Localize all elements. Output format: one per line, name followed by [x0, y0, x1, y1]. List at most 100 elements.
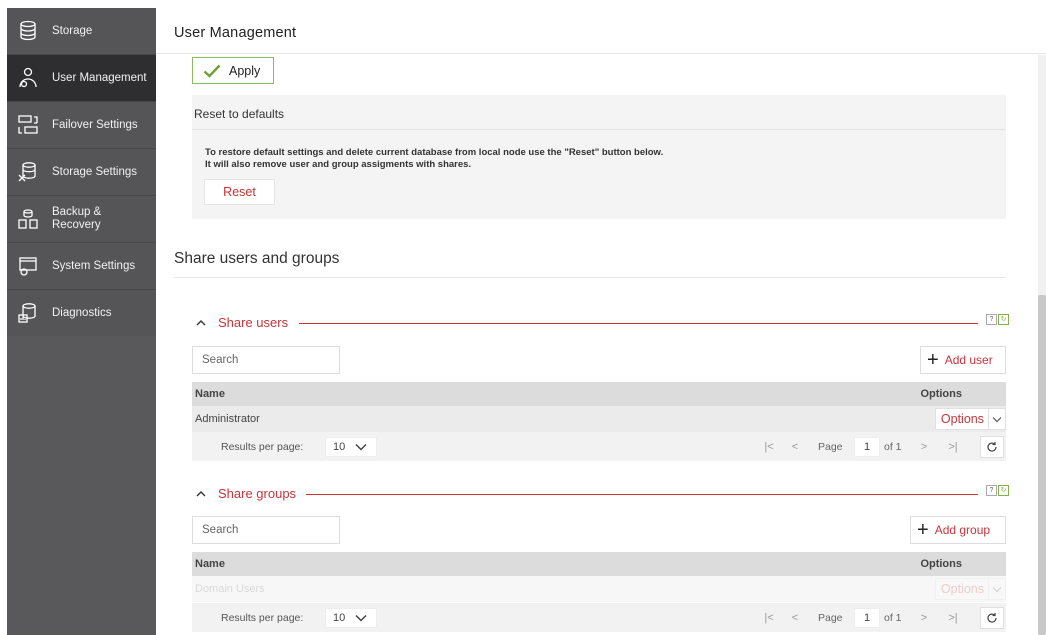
results-per-page-value: 10 — [333, 612, 346, 624]
apply-button[interactable]: Apply — [192, 57, 274, 84]
page-number-input[interactable]: 1 — [854, 608, 880, 628]
share-groups-header[interactable]: Share groups ? ↻ — [192, 484, 1009, 508]
plus-icon: + — [917, 519, 929, 541]
reset-section: Reset to defaults To restore default set… — [192, 95, 1006, 219]
next-page-button[interactable]: > — [913, 437, 935, 457]
search-groups-input[interactable] — [192, 516, 340, 544]
divider — [174, 277, 1006, 278]
sidebar-item-system-settings[interactable]: System Settings — [7, 243, 156, 290]
column-options: Options — [920, 558, 962, 570]
help-icon[interactable]: ? — [986, 314, 997, 325]
results-per-page-label: Results per page: — [221, 612, 304, 624]
results-per-page-select[interactable]: 10 — [325, 437, 377, 457]
add-user-button[interactable]: + Add user — [920, 346, 1006, 374]
page-label: Page — [818, 441, 843, 453]
column-options: Options — [920, 388, 962, 400]
divider — [306, 494, 978, 495]
table-header: Name Options — [192, 552, 1006, 576]
sidebar-item-label: Backup & Recovery — [52, 206, 102, 231]
share-users-title[interactable]: Share users — [218, 315, 288, 330]
panel-icons: ? ↻ — [986, 314, 1009, 325]
scrollbar-thumb[interactable] — [1038, 295, 1046, 635]
page-title: User Management — [174, 25, 297, 41]
chevron-down-icon — [355, 614, 367, 622]
user-management-icon — [17, 67, 39, 89]
share-groups-title[interactable]: Share groups — [218, 486, 296, 501]
divider — [192, 129, 1006, 130]
backup-icon — [17, 208, 39, 230]
add-group-label: Add group — [934, 523, 991, 537]
chevron-down-icon — [988, 579, 1005, 599]
share-users-panel: Share users ? ↻ + Add user Name Options … — [192, 313, 1009, 463]
add-user-label: Add user — [944, 353, 993, 367]
sidebar-item-label: Diagnostics — [52, 306, 112, 319]
chevron-up-icon[interactable] — [194, 316, 208, 330]
diagnostics-icon — [17, 302, 39, 324]
sidebar-item-failover-settings[interactable]: Failover Settings — [7, 102, 156, 149]
reset-title: Reset to defaults — [194, 107, 285, 121]
last-page-button[interactable]: >| — [942, 608, 964, 628]
search-users-input[interactable] — [192, 346, 340, 374]
options-label: Options — [940, 412, 984, 426]
prev-page-button[interactable]: < — [784, 608, 806, 628]
last-page-button[interactable]: >| — [942, 437, 964, 457]
chevron-down-icon — [355, 443, 367, 451]
divider — [299, 323, 978, 324]
help-icon[interactable]: ? — [986, 485, 997, 496]
prev-page-button[interactable]: < — [784, 437, 806, 457]
storage-icon — [17, 20, 39, 42]
sidebar: Storage User Management Failover Setting… — [7, 8, 156, 635]
main-content: Apply Reset to defaults To restore defau… — [156, 55, 1046, 635]
add-group-button[interactable]: + Add group — [910, 516, 1006, 544]
chevron-up-icon[interactable] — [194, 487, 208, 501]
refresh-icon — [987, 613, 997, 623]
refresh-button[interactable] — [980, 436, 1004, 458]
sidebar-item-storage-settings[interactable]: Storage Settings — [7, 149, 156, 196]
pagination-bar: Results per page: 10 |< < Page 1 of 1 > … — [192, 603, 1006, 632]
chevron-down-icon — [988, 409, 1005, 429]
share-users-header[interactable]: Share users ? ↻ — [192, 313, 1009, 337]
reset-button[interactable]: Reset — [204, 179, 275, 205]
refresh-button[interactable] — [980, 607, 1004, 629]
share-groups-panel: Share groups ? ↻ + Add group Name Option… — [192, 484, 1009, 634]
column-name: Name — [195, 388, 225, 400]
page-number-input[interactable]: 1 — [854, 437, 880, 457]
reset-description-line2: It will also remove user and group assig… — [205, 159, 472, 170]
storage-settings-icon — [17, 161, 39, 183]
plus-icon: + — [927, 349, 939, 371]
options-dropdown[interactable]: Options — [934, 578, 1006, 600]
first-page-button[interactable]: |< — [758, 437, 780, 457]
sidebar-item-storage[interactable]: Storage — [7, 8, 156, 55]
checkmark-icon — [203, 64, 221, 78]
column-name: Name — [195, 558, 225, 570]
table-header: Name Options — [192, 382, 1006, 406]
apply-label: Apply — [229, 63, 261, 78]
sidebar-item-label: Storage Settings — [52, 165, 138, 178]
panel-icons: ? ↻ — [986, 485, 1009, 496]
next-page-button[interactable]: > — [913, 608, 935, 628]
row-name: Administrator — [195, 413, 260, 425]
refresh-icon — [987, 442, 997, 452]
sidebar-item-backup-recovery[interactable]: Backup & Recovery — [7, 196, 156, 243]
refresh-icon[interactable]: ↻ — [998, 485, 1009, 496]
sidebar-item-label: Storage — [52, 24, 93, 37]
options-dropdown[interactable]: Options — [934, 408, 1006, 430]
first-page-button[interactable]: |< — [758, 608, 780, 628]
results-per-page-select[interactable]: 10 — [325, 608, 377, 628]
results-per-page-value: 10 — [333, 441, 346, 453]
row-name: Domain Users — [195, 583, 265, 595]
sidebar-item-diagnostics[interactable]: Diagnostics — [7, 290, 156, 337]
sidebar-item-label: Failover Settings — [52, 118, 138, 131]
failover-icon — [17, 114, 39, 136]
refresh-icon[interactable]: ↻ — [998, 314, 1009, 325]
page-of-label: of 1 — [884, 441, 902, 453]
page-label: Page — [818, 612, 843, 624]
table-row[interactable]: Administrator Options — [192, 406, 1006, 432]
page-of-label: of 1 — [884, 612, 902, 624]
table-row[interactable]: Domain Users Options — [192, 576, 1006, 602]
sidebar-item-label: User Management — [52, 71, 147, 84]
sidebar-item-user-management[interactable]: User Management — [7, 55, 156, 102]
pagination-bar: Results per page: 10 |< < Page 1 of 1 > … — [192, 432, 1006, 461]
system-settings-icon — [17, 255, 39, 277]
page-header: User Management — [156, 8, 1046, 54]
